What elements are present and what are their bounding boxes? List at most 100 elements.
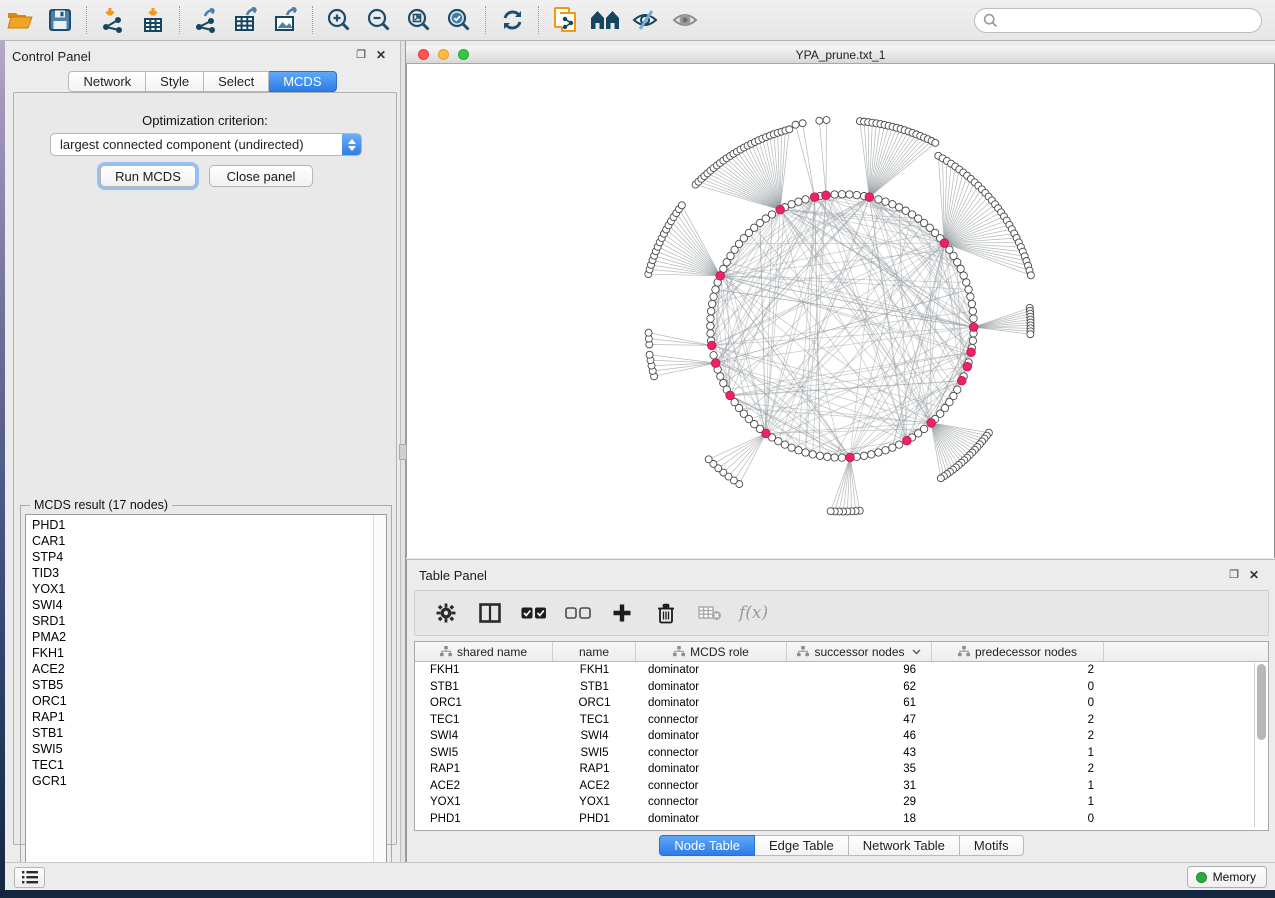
- zoom-out-button[interactable]: [359, 3, 399, 37]
- mcds-result-item[interactable]: TEC1: [32, 757, 386, 773]
- mcds-list-scrollbar[interactable]: [373, 515, 386, 871]
- table-row[interactable]: TEC1TEC1connector472: [415, 712, 1249, 729]
- mcds-result-item[interactable]: STB5: [32, 677, 386, 693]
- table-row[interactable]: STB1STB1dominator620: [415, 679, 1249, 696]
- mcds-result-item[interactable]: STB1: [32, 725, 386, 741]
- clone-network-button[interactable]: [545, 3, 585, 37]
- mcds-result-item[interactable]: STP4: [32, 549, 386, 565]
- column-header-label: MCDS role: [690, 645, 749, 659]
- mcds-result-item[interactable]: CAR1: [32, 533, 386, 549]
- show-columns-button[interactable]: [475, 596, 505, 630]
- table-tab-bar: Node TableEdge TableNetwork TableMotifs: [407, 835, 1275, 856]
- export-table-icon: [233, 7, 260, 33]
- delete-table-button[interactable]: [695, 596, 725, 630]
- tab-mcds[interactable]: MCDS: [269, 71, 336, 92]
- table-row[interactable]: SWI5SWI5connector431: [415, 745, 1249, 762]
- task-history-button[interactable]: [14, 867, 45, 888]
- mcds-result-item[interactable]: ORC1: [32, 693, 386, 709]
- table-row[interactable]: RAP1RAP1dominator352: [415, 761, 1249, 778]
- mcds-result-item[interactable]: YOX1: [32, 581, 386, 597]
- column-header-MCDS-role[interactable]: MCDS role: [636, 642, 787, 661]
- table-body[interactable]: FKH1FKH1dominator962STB1STB1dominator620…: [415, 662, 1249, 828]
- tab-style[interactable]: Style: [146, 71, 204, 92]
- tab-node-table[interactable]: Node Table: [659, 835, 755, 856]
- network-window-title: YPA_prune.txt_1: [406, 48, 1275, 62]
- zoom-fit-button[interactable]: [399, 3, 439, 37]
- mcds-result-item[interactable]: SWI4: [32, 597, 386, 613]
- optimization-criterion-select[interactable]: largest connected component (undirected): [50, 133, 362, 156]
- mcds-result-item[interactable]: PMA2: [32, 629, 386, 645]
- save-session-button[interactable]: [40, 3, 80, 37]
- mcds-result-item[interactable]: GCR1: [32, 773, 386, 789]
- mcds-result-item[interactable]: TID3: [32, 565, 386, 581]
- tab-motifs[interactable]: Motifs: [960, 835, 1024, 856]
- close-table-panel-button[interactable]: ✕: [1249, 568, 1259, 582]
- table-row[interactable]: ORC1ORC1dominator610: [415, 695, 1249, 712]
- table-row[interactable]: SWI4SWI4dominator462: [415, 728, 1249, 745]
- float-table-panel-button[interactable]: ❐: [1229, 568, 1239, 582]
- column-header-predecessor-nodes[interactable]: predecessor nodes: [932, 642, 1104, 661]
- mcds-result-item[interactable]: PHD1: [32, 517, 386, 533]
- network-view[interactable]: [406, 64, 1275, 558]
- mcds-result-item[interactable]: SRD1: [32, 613, 386, 629]
- cell-predecessor_nodes: 2: [932, 664, 1104, 676]
- tab-network[interactable]: Network: [68, 71, 146, 92]
- scrollbar-thumb[interactable]: [1257, 664, 1266, 740]
- first-neighbors-button[interactable]: [585, 3, 625, 37]
- table-vertical-scrollbar[interactable]: [1254, 663, 1267, 827]
- column-header-shared-name[interactable]: shared name: [415, 642, 553, 661]
- network-canvas[interactable]: [407, 64, 1274, 558]
- hide-selected-button[interactable]: [625, 3, 665, 37]
- column-header-name[interactable]: name: [553, 642, 636, 661]
- plus-icon: [612, 603, 632, 623]
- select-all-button[interactable]: [519, 596, 549, 630]
- table-row[interactable]: PHD1PHD1dominator180: [415, 811, 1249, 828]
- column-header-successor-nodes[interactable]: successor nodes: [787, 642, 932, 661]
- mcds-result-group: MCDS result (17 nodes) PHD1CAR1STP4TID3Y…: [20, 505, 392, 877]
- mcds-result-item[interactable]: SWI5: [32, 741, 386, 757]
- node-table: shared namename MCDS role successor nodesp…: [414, 641, 1269, 831]
- columns-icon: [479, 603, 501, 623]
- mcds-result-list[interactable]: PHD1CAR1STP4TID3YOX1SWI4SRD1PMA2FKH1ACE2…: [25, 514, 387, 872]
- function-builder-button[interactable]: f(x): [739, 603, 768, 623]
- select-stepper-icon: [342, 134, 361, 155]
- import-table-button[interactable]: [133, 3, 173, 37]
- cell-mcds_role: connector: [636, 747, 787, 759]
- table-settings-button[interactable]: [431, 596, 461, 630]
- delete-column-button[interactable]: [651, 596, 681, 630]
- column-type-icon: [958, 646, 970, 657]
- run-mcds-button[interactable]: Run MCDS: [100, 165, 196, 187]
- refresh-button[interactable]: [492, 3, 532, 37]
- open-file-button[interactable]: [0, 3, 40, 37]
- search-input[interactable]: [998, 11, 1261, 31]
- zoom-in-button[interactable]: [319, 3, 359, 37]
- mcds-result-item[interactable]: FKH1: [32, 645, 386, 661]
- show-all-button[interactable]: [665, 3, 705, 37]
- tab-network-table[interactable]: Network Table: [849, 835, 960, 856]
- cell-mcds_role: connector: [636, 780, 787, 792]
- export-network-button[interactable]: [186, 3, 226, 37]
- mcds-result-title: MCDS result (17 nodes): [30, 498, 172, 512]
- cell-successor_nodes: 29: [787, 796, 932, 808]
- memory-button[interactable]: Memory: [1187, 866, 1267, 888]
- table-row[interactable]: FKH1FKH1dominator962: [415, 662, 1249, 679]
- export-network-icon: [193, 7, 219, 33]
- mcds-result-item[interactable]: ACE2: [32, 661, 386, 677]
- close-panel-button[interactable]: Close panel: [209, 165, 313, 187]
- float-panel-button[interactable]: ❐: [356, 48, 366, 62]
- tab-edge-table[interactable]: Edge Table: [755, 835, 849, 856]
- mcds-result-item[interactable]: RAP1: [32, 709, 386, 725]
- table-row[interactable]: YOX1YOX1connector291: [415, 794, 1249, 811]
- deselect-all-button[interactable]: [563, 596, 593, 630]
- zoom-selected-button[interactable]: [439, 3, 479, 37]
- splitter-grip[interactable]: [399, 444, 407, 460]
- table-row[interactable]: ACE2ACE2connector311: [415, 778, 1249, 795]
- network-window-titlebar[interactable]: YPA_prune.txt_1: [406, 46, 1275, 64]
- add-column-button[interactable]: [607, 596, 637, 630]
- close-panel-x-button[interactable]: ✕: [376, 48, 386, 62]
- export-image-button[interactable]: [266, 3, 306, 37]
- export-table-button[interactable]: [226, 3, 266, 37]
- tab-select[interactable]: Select: [204, 71, 269, 92]
- import-network-button[interactable]: [93, 3, 133, 37]
- cell-successor_nodes: 18: [787, 813, 932, 825]
